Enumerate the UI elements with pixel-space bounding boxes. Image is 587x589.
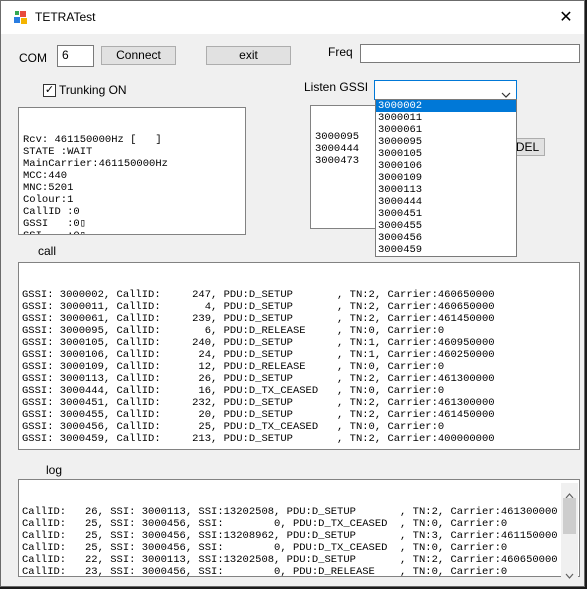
log-lines: CallID: 26, SSI: 3000113, SSI:13202508, … xyxy=(22,506,576,577)
dropdown-option[interactable]: 3000011 xyxy=(376,112,516,124)
log-row: CallID: 22, SSI: 3000113, SSI:13202508, … xyxy=(22,554,558,566)
dropdown-option[interactable]: 3000106 xyxy=(376,160,516,172)
log-listbox[interactable]: CallID: 26, SSI: 3000113, SSI:13202508, … xyxy=(18,479,580,577)
log-label: log xyxy=(46,463,63,477)
log-row: CallID: 25, SSI: 3000456, SSI: 0, PDU:D_… xyxy=(22,542,508,554)
scroll-down-icon[interactable] xyxy=(565,566,574,584)
call-row: GSSI: 3000113, CallID: 26, PDU:D_SETUP ,… xyxy=(22,373,495,385)
log-row: CallID: 23, SSI: 3000456, SSI: 0, PDU:D_… xyxy=(22,566,508,577)
com-port-input[interactable]: 6 xyxy=(57,45,94,67)
call-row: GSSI: 3000106, CallID: 24, PDU:D_SETUP ,… xyxy=(22,349,495,361)
listen-gssi-label: Listen GSSI xyxy=(304,80,369,94)
trunking-checkbox[interactable]: ✓ xyxy=(43,84,56,97)
status-lines: Rcv: 461150000Hz [ ] STATE :WAIT MainCarri… xyxy=(23,134,241,234)
dropdown-option[interactable]: 3000002 xyxy=(376,100,516,112)
tetra-app-icon xyxy=(13,9,29,25)
status-line: Colour:1 xyxy=(23,194,74,206)
call-row: GSSI: 3000451, CallID: 232, PDU:D_SETUP … xyxy=(22,397,495,409)
freq-input[interactable] xyxy=(360,44,580,63)
close-button[interactable]: ✕ xyxy=(549,5,583,31)
status-line: MainCarrier:461150000Hz xyxy=(23,158,168,170)
dropdown-option[interactable]: 3000061 xyxy=(376,124,516,136)
listen-gssi-select[interactable] xyxy=(374,80,517,100)
call-listbox[interactable]: GSSI: 3000002, CallID: 247, PDU:D_SETUP … xyxy=(18,262,580,450)
status-panel: Rcv: 461150000Hz [ ] STATE :WAIT MainCarri… xyxy=(18,107,246,235)
call-row: GSSI: 3000109, CallID: 12, PDU:D_RELEASE… xyxy=(22,361,445,373)
dropdown-option[interactable]: 3000444 xyxy=(376,196,516,208)
log-row: CallID: 25, SSI: 3000456, SSI: 0, PDU:D_… xyxy=(22,518,508,530)
com-label: COM xyxy=(19,51,47,65)
dropdown-option[interactable]: 3000456 xyxy=(376,232,516,244)
call-row: GSSI: 3000061, CallID: 239, PDU:D_SETUP … xyxy=(22,313,495,325)
call-row: GSSI: 3000105, CallID: 240, PDU:D_SETUP … xyxy=(22,337,495,349)
dropdown-option[interactable]: 3000451 xyxy=(376,208,516,220)
window-title: TETRATest xyxy=(35,10,96,24)
status-line: MCC:440 xyxy=(23,170,68,182)
freq-label: Freq xyxy=(328,45,353,59)
status-line: GSSI :0▯ xyxy=(23,218,87,230)
dropdown-option[interactable]: 3000105 xyxy=(376,148,516,160)
call-row: GSSI: 3000456, CallID: 25, PDU:D_TX_CEAS… xyxy=(22,421,445,433)
call-row: GSSI: 3000011, CallID: 4, PDU:D_SETUP , … xyxy=(22,301,495,313)
listen-gssi-dropdown-list[interactable]: 3000002 3000011 3000061 3000095 3000105 30001… xyxy=(375,99,517,257)
call-lines: GSSI: 3000002, CallID: 247, PDU:D_SETUP … xyxy=(22,289,576,445)
status-line: MNC:5201 xyxy=(23,182,74,194)
status-line: Rcv: 461150000Hz [ ] xyxy=(23,134,162,146)
close-icon: ✕ xyxy=(559,9,573,26)
call-label: call xyxy=(38,244,57,258)
check-icon: ✓ xyxy=(44,84,55,96)
call-row: GSSI: 3000002, CallID: 247, PDU:D_SETUP … xyxy=(22,289,495,301)
dropdown-option[interactable]: 3000459 xyxy=(376,244,516,256)
trunking-label: Trunking ON xyxy=(59,83,127,97)
call-row: GSSI: 3000444, CallID: 16, PDU:D_TX_CEAS… xyxy=(22,385,445,397)
call-row: GSSI: 3000455, CallID: 20, PDU:D_SETUP ,… xyxy=(22,409,495,421)
exit-button[interactable]: exit xyxy=(206,46,291,65)
title-bar: TETRATest ✕ xyxy=(1,1,584,34)
call-row: GSSI: 3000095, CallID: 6, PDU:D_RELEASE … xyxy=(22,325,445,337)
dropdown-option[interactable]: 3000095 xyxy=(376,136,516,148)
log-row: CallID: 26, SSI: 3000113, SSI:13202508, … xyxy=(22,506,558,518)
dropdown-option[interactable]: 3000113 xyxy=(376,184,516,196)
scrollbar-thumb[interactable] xyxy=(563,498,576,534)
log-scrollbar[interactable] xyxy=(561,483,578,579)
connect-button[interactable]: Connect xyxy=(101,46,176,65)
app-window: TETRATest ✕ COM 6 Connect exit Freq ✓ Tr… xyxy=(0,0,585,587)
call-row: GSSI: 3000459, CallID: 213, PDU:D_SETUP … xyxy=(22,433,495,445)
status-line: CallID :0 xyxy=(23,206,80,218)
status-line: STATE :WAIT xyxy=(23,146,93,158)
status-line: SSI :0▯ xyxy=(23,230,241,234)
dropdown-option[interactable]: 3000455 xyxy=(376,220,516,232)
log-row: CallID: 25, SSI: 3000456, SSI:13208962, … xyxy=(22,530,558,542)
dropdown-option[interactable]: 3000109 xyxy=(376,172,516,184)
